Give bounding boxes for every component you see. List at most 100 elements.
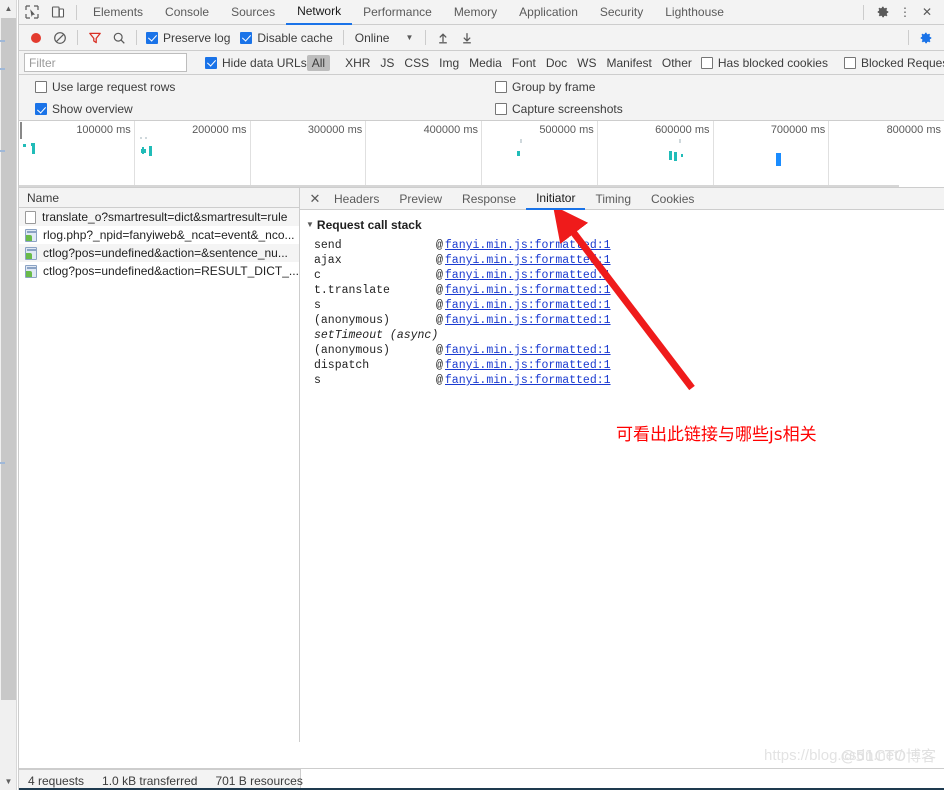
disable-cache-checkbox[interactable]: Disable cache: [240, 31, 333, 45]
status-bar: 4 requests 1.0 kB transferred 701 B reso…: [19, 769, 303, 790]
call-stack-source-link[interactable]: fanyi.min.js:formatted:1: [445, 374, 611, 387]
scrollbar-thumb[interactable]: [1, 18, 16, 700]
call-stack-source-link[interactable]: fanyi.min.js:formatted:1: [445, 254, 611, 267]
filter-type-js[interactable]: JS: [375, 55, 399, 71]
filter-input[interactable]: [24, 53, 187, 72]
tab-elements[interactable]: Elements: [82, 0, 154, 25]
network-overview-timeline[interactable]: 100000 ms 200000 ms 300000 ms 400000 ms …: [19, 121, 944, 188]
filter-type-xhr[interactable]: XHR: [340, 55, 375, 71]
tab-elements-label: Elements: [93, 5, 144, 19]
call-stack-at-symbol: @: [436, 254, 443, 267]
tab-security[interactable]: Security: [589, 0, 654, 25]
call-stack-function: s: [314, 374, 321, 387]
tab-cookies-label: Cookies: [651, 191, 695, 206]
show-overview-checkbox[interactable]: Show overview: [35, 102, 133, 116]
inspect-element-icon[interactable]: [19, 0, 45, 24]
preserve-log-checkbox[interactable]: Preserve log: [146, 31, 230, 45]
tab-performance[interactable]: Performance: [352, 0, 443, 25]
network-settings-gear-icon[interactable]: [914, 26, 938, 50]
clear-button[interactable]: [48, 26, 72, 50]
filter-type-font[interactable]: Font: [507, 55, 541, 71]
filter-type-img[interactable]: Img: [434, 55, 464, 71]
settings-gear-icon[interactable]: [872, 1, 894, 23]
tab-response[interactable]: Response: [452, 188, 526, 210]
filter-type-other[interactable]: Other: [657, 55, 697, 71]
overview-request-mark: [140, 137, 142, 139]
call-stack-source-link[interactable]: fanyi.min.js:formatted:1: [445, 284, 611, 297]
tab-preview[interactable]: Preview: [389, 188, 452, 210]
filter-type-ws[interactable]: WS: [572, 55, 601, 71]
filter-type-css[interactable]: CSS: [399, 55, 434, 71]
close-detail-icon[interactable]: ✕: [306, 189, 324, 209]
request-call-stack-header[interactable]: ▼ Request call stack: [300, 218, 944, 232]
overview-cell: 100000 ms: [19, 121, 135, 187]
request-name: translate_o?smartresult=dict&smartresult…: [42, 210, 288, 224]
close-devtools-icon[interactable]: ✕: [916, 1, 938, 23]
tab-cookies[interactable]: Cookies: [641, 188, 704, 210]
overview-cell: 200000 ms: [135, 121, 251, 187]
overview-scroll-indicator[interactable]: [19, 185, 899, 187]
table-row[interactable]: translate_o?smartresult=dict&smartresult…: [19, 208, 299, 226]
tab-console[interactable]: Console: [154, 0, 220, 25]
overview-tick-label: 300000 ms: [307, 124, 363, 136]
hide-data-urls-checkbox[interactable]: Hide data URLs: [205, 56, 307, 70]
overview-cursor: [20, 122, 22, 139]
call-stack-source-link[interactable]: fanyi.min.js:formatted:1: [445, 344, 611, 357]
overview-request-mark: [669, 151, 672, 160]
record-button[interactable]: [24, 26, 48, 50]
export-har-icon[interactable]: [455, 26, 479, 50]
script-icon: [25, 264, 37, 278]
overview-cell: 800000 ms: [829, 121, 944, 187]
device-toolbar-icon[interactable]: [45, 0, 71, 24]
tab-network-label: Network: [297, 4, 342, 18]
call-stack-at-symbol: @: [436, 269, 443, 282]
tab-application[interactable]: Application: [508, 0, 589, 25]
toolbar-divider-4: [425, 30, 427, 45]
scrollbar-up-arrow-icon[interactable]: ▲: [0, 0, 17, 17]
watermark-url: https://blog.csdn.net/: [764, 746, 903, 764]
tab-sources[interactable]: Sources: [220, 0, 286, 25]
tab-headers[interactable]: Headers: [324, 188, 389, 210]
group-by-frame-checkbox[interactable]: Group by frame: [495, 80, 595, 94]
has-blocked-cookies-checkbox[interactable]: Has blocked cookies: [700, 56, 828, 70]
filter-type-media[interactable]: Media: [464, 55, 507, 71]
overview-cell: 600000 ms: [598, 121, 714, 187]
tab-preview-label: Preview: [399, 191, 443, 206]
request-list-header[interactable]: Name: [19, 188, 299, 208]
table-row[interactable]: rlog.php?_npid=fanyiweb&_ncat=event&_nco…: [19, 226, 299, 244]
overview-request-mark: [776, 153, 781, 166]
table-row[interactable]: ctlog?pos=undefined&action=&sentence_nu.…: [19, 244, 299, 262]
tab-lighthouse[interactable]: Lighthouse: [654, 0, 735, 25]
call-stack-row: dispatch @ fanyi.min.js:formatted:1: [314, 358, 944, 373]
overview-request-mark: [32, 146, 35, 154]
filter-bar-right: Has blocked cookies Blocked Requests: [697, 56, 944, 70]
throttling-select[interactable]: Online ▼: [355, 31, 414, 45]
filter-type-doc[interactable]: Doc: [541, 55, 572, 71]
use-large-request-rows-checkbox[interactable]: Use large request rows: [35, 80, 175, 94]
overview-tick-label: 700000 ms: [770, 124, 826, 136]
tab-initiator[interactable]: Initiator: [526, 188, 586, 210]
call-stack-source-link[interactable]: fanyi.min.js:formatted:1: [445, 359, 611, 372]
search-icon[interactable]: [107, 26, 131, 50]
hide-data-urls-label: Hide data URLs: [222, 55, 307, 70]
tab-memory[interactable]: Memory: [443, 0, 508, 25]
call-stack-source-link[interactable]: fanyi.min.js:formatted:1: [445, 299, 611, 312]
filter-type-all[interactable]: All: [306, 54, 331, 71]
status-bar-wrap: 4 requests 1.0 kB transferred 701 B reso…: [19, 768, 944, 790]
blocked-requests-checkbox[interactable]: Blocked Requests: [843, 56, 944, 70]
filter-type-manifest[interactable]: Manifest: [602, 55, 657, 71]
call-stack-source-link[interactable]: fanyi.min.js:formatted:1: [445, 314, 611, 327]
tabbar-actions-divider: [863, 4, 864, 20]
tab-timing[interactable]: Timing: [585, 188, 641, 210]
scrollbar-down-arrow-icon[interactable]: ▼: [0, 773, 17, 790]
call-stack-source-link[interactable]: fanyi.min.js:formatted:1: [445, 239, 611, 252]
import-har-icon[interactable]: [431, 26, 455, 50]
more-options-icon[interactable]: ⋮: [894, 1, 916, 23]
table-row[interactable]: ctlog?pos=undefined&action=RESULT_DICT_.…: [19, 262, 299, 280]
filter-funnel-icon[interactable]: [83, 26, 107, 50]
use-large-request-rows-box: [35, 80, 47, 93]
browser-scrollbar[interactable]: ▲ ▼: [0, 0, 17, 790]
capture-screenshots-checkbox[interactable]: Capture screenshots: [495, 102, 623, 116]
tab-network[interactable]: Network: [286, 0, 353, 25]
call-stack-source-link[interactable]: fanyi.min.js:formatted:1: [445, 269, 611, 282]
